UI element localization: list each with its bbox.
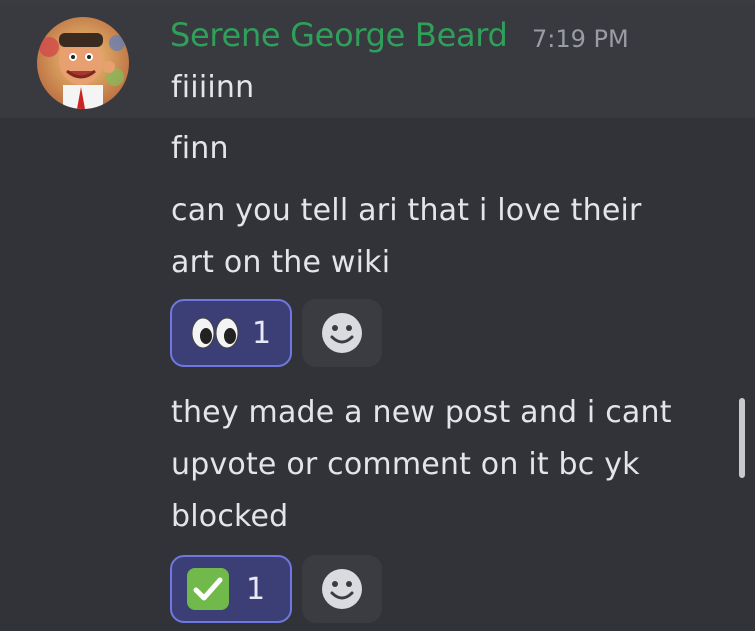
scrollbar[interactable] <box>739 398 745 478</box>
smiley-icon <box>322 313 362 353</box>
smiley-icon <box>322 569 362 609</box>
avatar-image <box>37 17 129 109</box>
add-reaction-button[interactable] <box>302 555 382 623</box>
author-name[interactable]: Serene George Beard <box>170 16 508 54</box>
reaction-eyes[interactable]: 1 <box>170 299 292 367</box>
message-timestamp: 7:19 PM <box>532 25 629 53</box>
message-line: they made a new post and i cant <box>171 395 672 430</box>
reaction-count: 1 <box>252 315 272 351</box>
chat-view: Serene George Beard 7:19 PM fiiiinn finn… <box>0 0 755 631</box>
message-line: art on the wiki <box>171 245 391 280</box>
check-mark-icon <box>187 568 229 610</box>
eyes-icon <box>191 317 239 349</box>
reaction-check[interactable]: 1 <box>170 555 292 623</box>
message-line: blocked <box>171 499 289 534</box>
message-line: can you tell ari that i love their <box>171 193 642 228</box>
add-reaction-button[interactable] <box>302 299 382 367</box>
message-line: fiiiinn <box>171 70 255 105</box>
message-line: upvote or comment on it bc yk <box>171 447 640 482</box>
avatar[interactable] <box>37 17 129 109</box>
reaction-count: 1 <box>246 571 266 607</box>
message-line: finn <box>171 131 229 166</box>
